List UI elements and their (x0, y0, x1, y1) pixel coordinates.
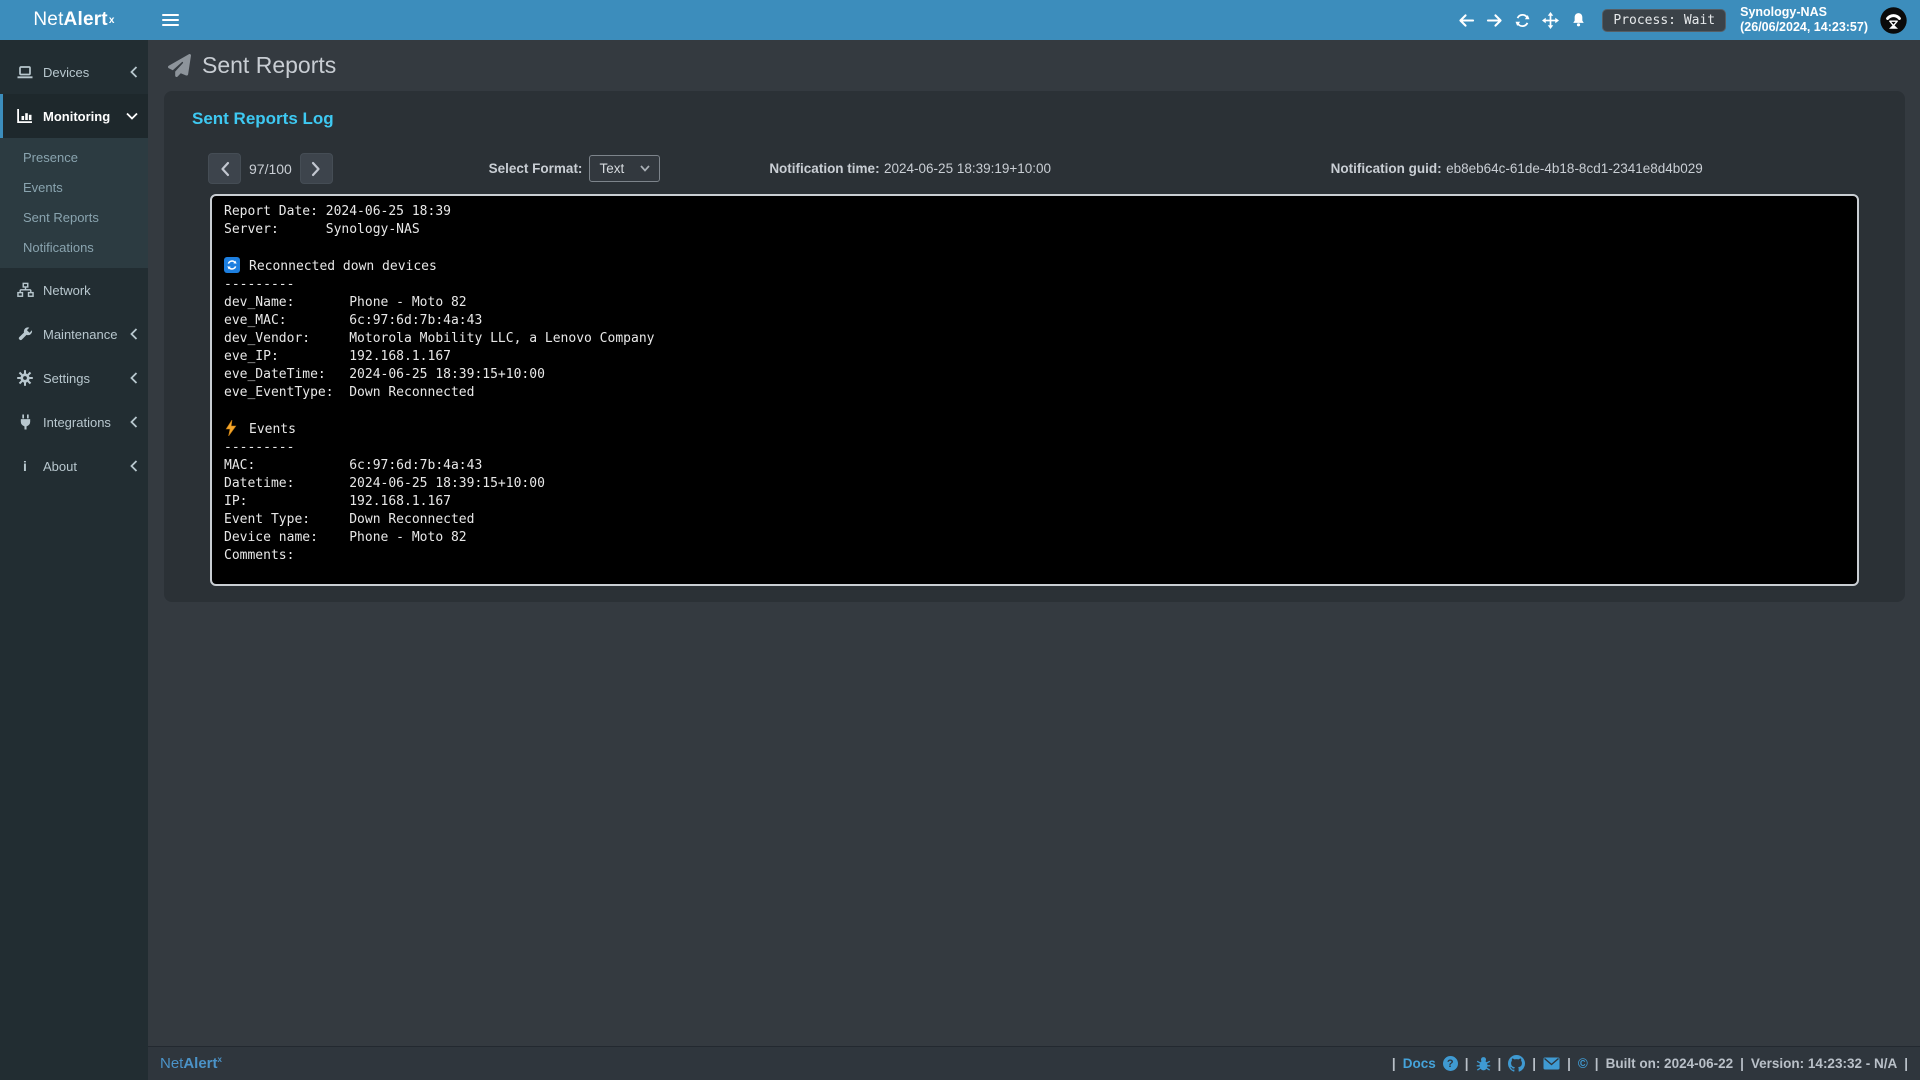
chevron-left-icon (130, 372, 138, 384)
sidebar-item-label: Devices (43, 65, 89, 80)
sidebar-item-label: Integrations (43, 415, 111, 430)
move-icon[interactable] (1536, 0, 1564, 40)
sidebar-item-sent-reports[interactable]: Sent Reports (0, 203, 148, 233)
chevron-down-icon (126, 112, 138, 120)
sidebar-item-label: Monitoring (43, 109, 110, 124)
separator: | (1498, 1056, 1502, 1071)
sidebar-item-settings[interactable]: Settings (0, 356, 148, 400)
console-text: --------- dev_Name: Phone - Moto 82 eve_… (224, 277, 654, 400)
back-arrow-icon[interactable] (1452, 0, 1480, 40)
bug-report-icon[interactable] (1476, 1056, 1491, 1072)
logo-prefix: Net (33, 9, 63, 31)
format-label: Select Format: (489, 161, 583, 176)
content-area: Sent Reports Sent Reports Log 97/100 Sel… (148, 40, 1920, 1046)
server-name: Synology-NAS (1740, 5, 1868, 20)
monitoring-submenu: Presence Events Sent Reports Notificatio… (0, 138, 148, 268)
docs-link[interactable]: Docs (1403, 1056, 1436, 1071)
help-icon[interactable]: ? (1443, 1056, 1458, 1071)
sidebar-item-monitoring[interactable]: Monitoring (0, 94, 148, 138)
wrench-icon (14, 327, 36, 342)
separator: | (1904, 1056, 1908, 1071)
report-console[interactable]: Report Date: 2024-06-25 18:39 Server: Sy… (210, 194, 1859, 586)
sidebar-item-notifications[interactable]: Notifications (0, 233, 148, 263)
page-title: Sent Reports (202, 52, 336, 79)
sidebar-item-label: Maintenance (43, 327, 117, 342)
gear-icon (14, 370, 36, 386)
notification-guid-label: Notification guid: (1331, 161, 1442, 176)
plug-icon (14, 414, 36, 430)
copyright-icon[interactable]: © (1578, 1056, 1588, 1071)
built-on-text: Built on: 2024-06-22 (1606, 1056, 1734, 1071)
sent-reports-card: Sent Reports Log 97/100 Select Format: T… (164, 91, 1905, 602)
card-title: Sent Reports Log (192, 109, 1905, 129)
github-icon[interactable] (1508, 1055, 1525, 1072)
next-report-button[interactable] (300, 153, 333, 184)
pagination-count: 97/100 (249, 161, 292, 177)
sidebar-item-label: Settings (43, 371, 90, 386)
reconnect-icon (224, 257, 240, 273)
lightning-bolt-icon (224, 420, 240, 436)
console-text: Report Date: 2024-06-25 18:39 Server: Sy… (224, 204, 451, 237)
logo-bold: Alert (64, 9, 108, 31)
sidebar-item-maintenance[interactable]: Maintenance (0, 312, 148, 356)
chart-icon (14, 108, 36, 124)
sidebar-item-about[interactable]: i About (0, 444, 148, 488)
sidebar-item-label: About (43, 459, 77, 474)
console-text: --------- MAC: 6c:97:6d:7b:4a:43 Datetim… (224, 440, 545, 563)
sidebar-item-integrations[interactable]: Integrations (0, 400, 148, 444)
chevron-left-icon (130, 66, 138, 78)
separator: | (1465, 1056, 1469, 1071)
page-header: Sent Reports (148, 40, 1920, 87)
notification-time-value: 2024-06-25 18:39:19+10:00 (884, 161, 1051, 176)
console-section-title: Events (249, 422, 296, 437)
chevron-down-icon (640, 165, 650, 172)
separator: | (1567, 1056, 1571, 1071)
forward-arrow-icon[interactable] (1480, 0, 1508, 40)
network-icon (14, 282, 36, 298)
chevron-left-icon (130, 460, 138, 472)
process-status-badge: Process: Wait (1602, 9, 1726, 32)
server-info: Synology-NAS (26/06/2024, 14:23:57) (1740, 5, 1868, 35)
format-selected-value: Text (599, 161, 624, 176)
separator: | (1595, 1056, 1599, 1071)
controls-row: 97/100 Select Format: Text Notification … (208, 153, 1859, 184)
info-icon: i (14, 458, 36, 474)
top-navbar: NetAlertx Process: Wait Synology-NAS (26… (0, 0, 1920, 40)
sidebar-item-label: Network (43, 283, 91, 298)
sidebar-item-devices[interactable]: Devices (0, 50, 148, 94)
server-time: (26/06/2024, 14:23:57) (1740, 20, 1868, 35)
chevron-left-icon (130, 416, 138, 428)
format-select[interactable]: Text (589, 155, 660, 182)
user-avatar[interactable] (1880, 7, 1907, 34)
sidebar-item-network[interactable]: Network (0, 268, 148, 312)
paper-plane-icon (168, 54, 191, 77)
notification-time-label: Notification time: (769, 161, 879, 176)
footer: NetAlertx | Docs ? | | | | © | Built on:… (148, 1046, 1920, 1080)
chevron-left-icon (130, 328, 138, 340)
version-text: Version: 14:23:32 - N/A (1751, 1056, 1897, 1071)
sidebar-toggle-button[interactable] (148, 0, 192, 40)
bell-icon[interactable] (1564, 0, 1592, 40)
sidebar: Devices Monitoring Presence Events Sent … (0, 40, 148, 1080)
separator: | (1392, 1056, 1396, 1071)
separator: | (1740, 1056, 1744, 1071)
sidebar-item-events[interactable]: Events (0, 173, 148, 203)
sidebar-item-presence[interactable]: Presence (0, 143, 148, 173)
email-icon[interactable] (1543, 1057, 1560, 1070)
separator: | (1532, 1056, 1536, 1071)
prev-report-button[interactable] (208, 153, 241, 184)
footer-logo[interactable]: NetAlertx (160, 1055, 222, 1072)
refresh-icon[interactable] (1508, 0, 1536, 40)
app-logo[interactable]: NetAlertx (0, 0, 148, 40)
logo-sup: x (109, 15, 115, 26)
laptop-icon (14, 65, 36, 80)
console-section-title: Reconnected down devices (249, 259, 437, 274)
notification-guid-value: eb8eb64c-61de-4b18-8cd1-2341e8d4b029 (1446, 161, 1703, 176)
